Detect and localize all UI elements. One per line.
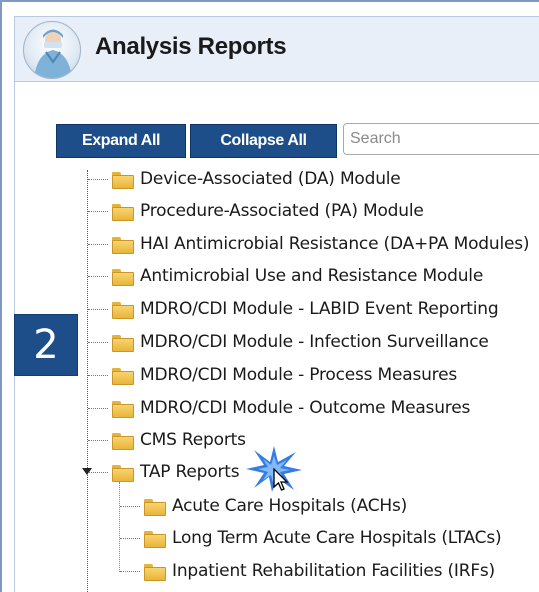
tree-item-da-module[interactable]: Device-Associated (DA) Module [88,166,401,192]
folder-icon [112,432,134,450]
tree-branch-line [120,505,140,507]
tree-branch-line [120,537,140,539]
tree-item-pa-module[interactable]: Procedure-Associated (PA) Module [88,198,424,224]
folder-icon [144,563,166,581]
nurse-avatar-icon [23,21,81,79]
folder-icon [112,268,134,286]
tree-item-label: Acute Care Hospitals (ACHs) [172,496,408,516]
tree-branch-line [88,471,108,473]
tree-item-label: Inpatient Rehabilitation Facilities (IRF… [172,561,495,581]
tree-branch-line [88,243,108,245]
tree-branch-line [88,308,108,310]
tree-branch-line [88,407,108,409]
tree-item-label: MDRO/CDI Module - Outcome Measures [140,398,471,418]
tree-branch-line [88,439,108,441]
folder-icon [112,367,134,385]
app-window: Analysis Reports Expand All Collapse All… [0,0,539,592]
tree-branch-line [88,178,108,180]
tree-item-label: MDRO/CDI Module - Process Measures [140,365,458,385]
tree-item-mdro-infection[interactable]: MDRO/CDI Module - Infection Surveillance [88,329,489,355]
folder-icon [112,236,134,254]
folder-icon [112,171,134,189]
tree-item-aur-module[interactable]: Antimicrobial Use and Resistance Module [88,263,483,289]
folder-icon [112,334,134,352]
tree-item-tap-reports[interactable]: TAP Reports [88,459,240,485]
tree-branch-line [88,374,108,376]
tree-branch-line [120,570,140,572]
folder-icon [144,530,166,548]
tree-item-label: Antimicrobial Use and Resistance Module [140,266,484,286]
folder-icon [112,301,134,319]
page-header: Analysis Reports [14,16,539,82]
tree-item-label: MDRO/CDI Module - LABID Event Reporting [140,299,499,319]
tree-item-tap-ach[interactable]: Acute Care Hospitals (ACHs) [120,493,407,519]
mouse-cursor-icon [273,468,289,491]
tree-item-label: Device-Associated (DA) Module [140,169,401,189]
tree-item-label: CMS Reports [140,430,246,450]
tree-item-label: Procedure-Associated (PA) Module [140,201,424,221]
page-title: Analysis Reports [95,33,287,60]
tree-item-mdro-outcome[interactable]: MDRO/CDI Module - Outcome Measures [88,395,470,421]
tree-item-cms-reports[interactable]: CMS Reports [88,427,246,453]
tree-branch-line [88,275,108,277]
expand-all-button[interactable]: Expand All [56,124,186,158]
tree-item-mdro-process[interactable]: MDRO/CDI Module - Process Measures [88,362,457,388]
folder-icon [144,498,166,516]
tree-item-label: HAI Antimicrobial Resistance (DA+PA Modu… [140,234,530,254]
tree-branch-line [88,210,108,212]
tree-branch-line [88,341,108,343]
tree-item-label: Long Term Acute Care Hospitals (LTACs) [172,528,502,548]
step-number-badge: 2 [14,314,78,376]
tree-item-tap-ltac[interactable]: Long Term Acute Care Hospitals (LTACs) [120,525,502,551]
tree-item-hai-ar[interactable]: HAI Antimicrobial Resistance (DA+PA Modu… [88,231,530,257]
tree-item-tap-irf[interactable]: Inpatient Rehabilitation Facilities (IRF… [120,558,495,584]
folder-icon [112,400,134,418]
tree-item-label: TAP Reports [140,462,240,482]
tree-item-label: MDRO/CDI Module - Infection Surveillance [140,332,489,352]
search-input[interactable] [343,123,539,155]
folder-icon [112,203,134,221]
tree-item-mdro-labid[interactable]: MDRO/CDI Module - LABID Event Reporting [88,296,499,322]
collapse-all-button[interactable]: Collapse All [190,124,337,158]
folder-icon [112,464,134,482]
